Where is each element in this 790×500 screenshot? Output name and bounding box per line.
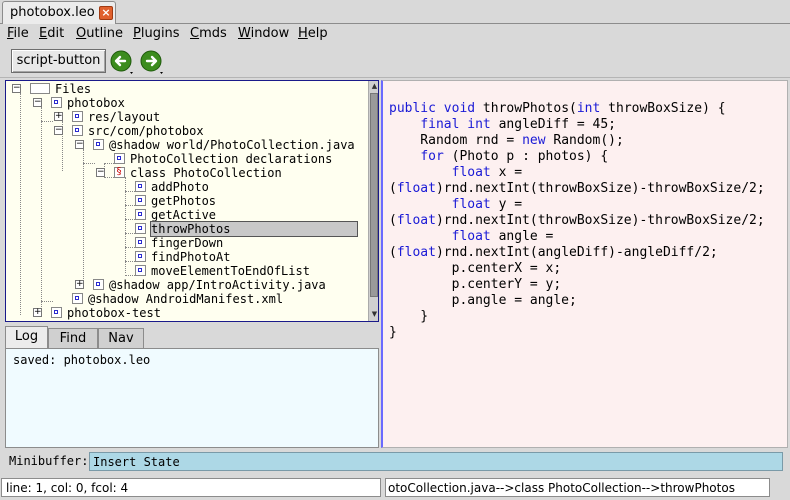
- node-icon: [135, 223, 146, 234]
- node-icon: [72, 293, 83, 304]
- node-icon: [93, 139, 104, 150]
- node-icon: [93, 279, 104, 290]
- menu-help[interactable]: Help: [298, 26, 328, 41]
- node-icon: [135, 209, 146, 220]
- menu-plugins[interactable]: Plugins: [133, 26, 180, 41]
- expander-plus[interactable]: +: [33, 308, 42, 317]
- outline-node[interactable]: addPhoto: [135, 180, 209, 194]
- outline-node[interactable]: class PhotoCollection: [114, 165, 282, 180]
- log-pane[interactable]: saved: photobox.leo: [5, 348, 379, 448]
- outline-scrollbar[interactable]: ▲ ▼: [368, 81, 378, 321]
- node-icon: [114, 153, 125, 164]
- node-icon: [72, 111, 83, 122]
- outline-tree[interactable]: − − + − − − + + Files photobox res/layou…: [5, 80, 379, 322]
- code-line: (float)rnd.nextInt(angleDiff)-angleDiff/…: [389, 245, 718, 260]
- code-line: public void throwPhotos(int throwBoxSize…: [389, 101, 726, 116]
- node-icon: [51, 307, 62, 318]
- menu-edit[interactable]: Edit: [39, 26, 64, 41]
- expander-plus[interactable]: +: [75, 280, 84, 289]
- node-icon: [135, 251, 146, 262]
- tab-find[interactable]: Find: [48, 328, 98, 348]
- outline-node[interactable]: getActive: [135, 208, 216, 222]
- node-icon: [72, 125, 83, 136]
- node-icon: [135, 195, 146, 206]
- scroll-down-icon[interactable]: ▼: [369, 309, 378, 320]
- close-icon[interactable]: ×: [99, 6, 113, 20]
- menu-window[interactable]: Window: [238, 26, 289, 41]
- file-tab[interactable]: photobox.leo ×: [2, 1, 116, 24]
- minibuffer: Minibuffer: Insert State: [0, 450, 790, 472]
- code-line: Random rnd = new Random();: [389, 133, 624, 148]
- scroll-thumb[interactable]: [370, 93, 378, 297]
- expander-minus[interactable]: −: [12, 84, 21, 93]
- outline-node[interactable]: Files: [30, 82, 91, 96]
- expander-minus[interactable]: −: [33, 98, 42, 107]
- toolbar: script-button: [0, 44, 790, 78]
- tab-strip: photobox.leo ×: [0, 0, 790, 24]
- outline-node[interactable]: @shadow world/PhotoCollection.java: [93, 138, 355, 152]
- expander-minus[interactable]: −: [54, 126, 63, 135]
- outline-node[interactable]: getPhotos: [135, 194, 216, 208]
- node-icon: [135, 181, 146, 192]
- expander-minus[interactable]: −: [75, 140, 84, 149]
- code-line: }: [389, 309, 429, 324]
- node-icon: [51, 97, 62, 108]
- status-position: line: 1, col: 0, fcol: 4: [1, 478, 381, 497]
- go-back-icon[interactable]: [110, 50, 134, 74]
- outline-node[interactable]: findPhotoAt: [135, 250, 230, 264]
- scroll-up-icon[interactable]: ▲: [369, 81, 378, 92]
- file-tab-label: photobox.leo: [10, 5, 95, 20]
- outline-node[interactable]: res/layout: [72, 110, 160, 124]
- clone-icon: [114, 165, 125, 179]
- outline-node[interactable]: @shadow AndroidManifest.xml: [72, 292, 283, 306]
- menu-file[interactable]: File: [7, 26, 29, 41]
- code-line: float x =: [451, 165, 523, 180]
- outline-node[interactable]: moveElementToEndOfList: [135, 264, 310, 278]
- code-line: (float)rnd.nextInt(throwBoxSize)-throwBo…: [389, 213, 765, 228]
- code-area[interactable]: public void throwPhotos(int throwBoxSize…: [389, 101, 787, 341]
- node-icon: [30, 83, 50, 94]
- body-editor[interactable]: public void throwPhotos(int throwBoxSize…: [381, 80, 788, 448]
- outline-node[interactable]: photobox-test: [51, 306, 161, 320]
- script-button[interactable]: script-button: [11, 49, 106, 73]
- log-tabbar: Log Find Nav: [5, 326, 379, 348]
- status-path: otoCollection.java-->class PhotoCollecti…: [385, 478, 770, 497]
- node-icon: [135, 237, 146, 248]
- code-line: p.centerX = x;: [389, 261, 562, 276]
- code-line: final int angleDiff = 45;: [420, 117, 616, 132]
- menu-outline[interactable]: Outline: [76, 26, 123, 41]
- outline-node-selected[interactable]: throwPhotos: [135, 221, 363, 237]
- tab-log[interactable]: Log: [5, 326, 48, 348]
- outline-node[interactable]: PhotoCollection declarations: [114, 152, 332, 166]
- minibuffer-input[interactable]: Insert State: [89, 452, 783, 471]
- outline-node[interactable]: src/com/photobox: [72, 124, 204, 138]
- code-line: float y =: [451, 197, 523, 212]
- outline-node[interactable]: photobox: [51, 96, 125, 110]
- tab-nav[interactable]: Nav: [98, 328, 144, 348]
- minibuffer-label: Minibuffer:: [9, 454, 89, 468]
- outline-node[interactable]: @shadow app/IntroActivity.java: [93, 278, 326, 292]
- status-bar: line: 1, col: 0, fcol: 4 otoCollection.j…: [0, 476, 790, 500]
- node-icon: [135, 265, 146, 276]
- menubar: File Edit Outline Plugins Cmds Window He…: [0, 24, 790, 44]
- expander-minus[interactable]: −: [96, 168, 105, 177]
- code-line: (float)rnd.nextInt(throwBoxSize)-throwBo…: [389, 181, 765, 196]
- log-text: saved: photobox.leo: [13, 353, 151, 367]
- menu-cmds[interactable]: Cmds: [190, 26, 227, 41]
- expander-plus[interactable]: +: [54, 112, 63, 121]
- go-forward-icon[interactable]: [140, 50, 164, 74]
- code-line: float angle =: [451, 229, 554, 244]
- code-line: }: [389, 325, 397, 340]
- code-line: for (Photo p : photos) {: [420, 149, 609, 164]
- code-line: p.centerY = y;: [389, 277, 562, 292]
- outline-node[interactable]: fingerDown: [135, 236, 223, 250]
- code-line: p.angle = angle;: [389, 293, 577, 308]
